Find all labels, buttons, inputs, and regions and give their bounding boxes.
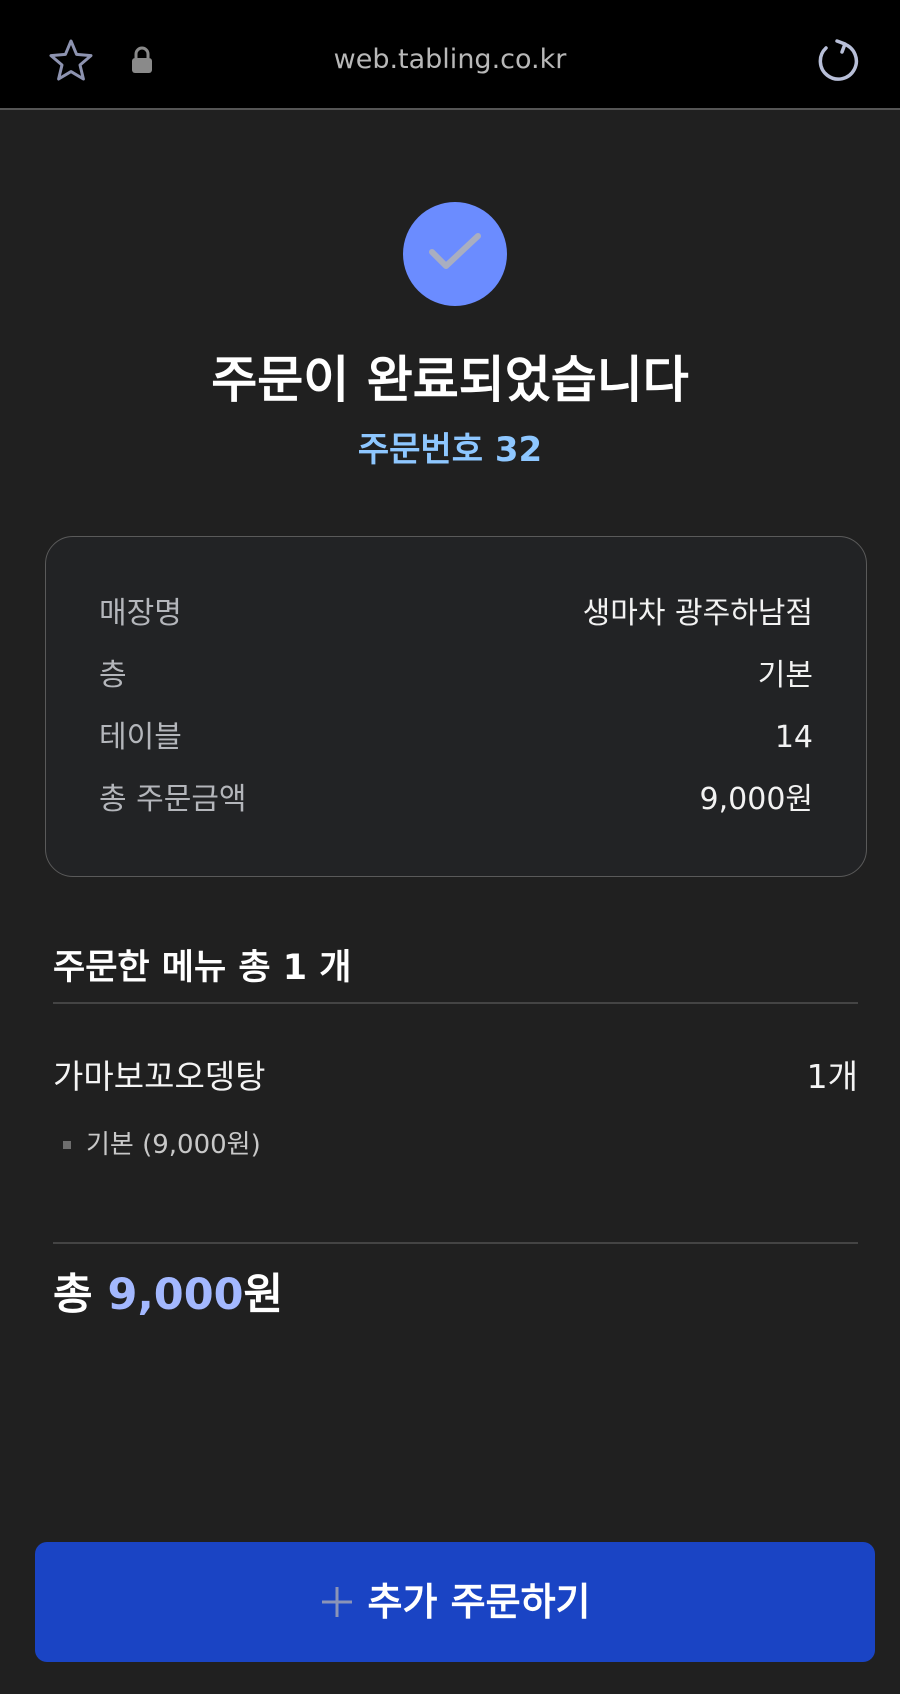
page-title: 주문이 완료되었습니다 (211, 351, 689, 409)
total-amount: 9,000 (107, 1270, 244, 1320)
info-label: 총 주문금액 (99, 782, 247, 817)
total-suffix: 원 (243, 1270, 284, 1320)
info-value: 14 (774, 720, 813, 755)
browser-toolbar: web.tabling.co.kr (0, 0, 900, 110)
info-label: 테이블 (99, 720, 182, 755)
url-bar[interactable]: web.tabling.co.kr (0, 40, 900, 80)
divider (53, 1002, 858, 1004)
info-row-table: 테이블 14 (99, 716, 813, 760)
total-prefix: 총 (53, 1270, 108, 1320)
check-icon (429, 233, 481, 269)
info-row-floor: 층 기본 (99, 654, 813, 698)
menu-item-quantity: 1개 (806, 1057, 858, 1096)
info-value: 생마차 광주하남점 (582, 596, 813, 631)
menu-item-option: 기본 (9,000원) (86, 1130, 261, 1160)
divider (53, 1242, 858, 1244)
add-order-button[interactable]: 추가 주문하기 (35, 1542, 875, 1662)
order-total: 총 9,000원 (53, 1266, 283, 1324)
order-complete-badge (403, 202, 507, 306)
info-value: 9,000원 (699, 782, 813, 817)
info-label: 매장명 (99, 596, 182, 631)
info-value: 기본 (757, 658, 813, 693)
bullet-icon (63, 1141, 71, 1149)
menu-section-header: 주문한 메뉴 총 1 개 (53, 948, 352, 988)
info-label: 층 (99, 658, 127, 693)
reload-icon[interactable] (816, 38, 860, 82)
order-info-card: 매장명 생마차 광주하남점 층 기본 테이블 14 총 주문금액 9,000원 (45, 536, 867, 877)
add-order-label: 추가 주문하기 (367, 1580, 591, 1624)
info-row-store: 매장명 생마차 광주하남점 (99, 592, 813, 636)
plus-icon (321, 1586, 352, 1617)
menu-item-name: 가마보꼬오뎅탕 (53, 1057, 266, 1096)
info-row-total: 총 주문금액 9,000원 (99, 778, 813, 822)
order-number: 주문번호 32 (357, 430, 543, 470)
